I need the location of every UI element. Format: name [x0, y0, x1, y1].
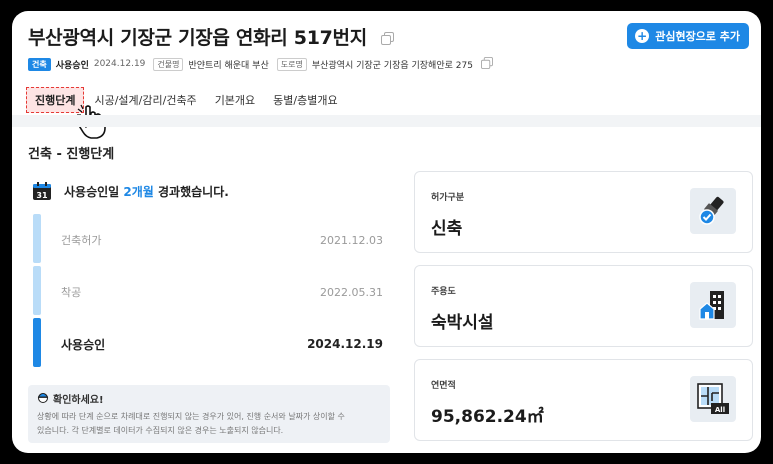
step-date: 2024.12.19: [307, 337, 383, 351]
status-date: 2024.12.19: [93, 59, 146, 69]
building-name: 반얀트리 해운대 부산: [188, 60, 269, 71]
step-name: 착공: [61, 286, 82, 299]
notice-body: 상황에 따라 단계 순으로 차례대로 진행되지 않는 경우가 있어, 진행 순서…: [37, 410, 381, 438]
notice-line: 상황에 따라 단계 순으로 차례대로 진행되지 않는 경우가 있어, 진행 순서…: [37, 412, 345, 421]
tab-contractors[interactable]: 시공/설계/감리/건축주: [94, 92, 196, 108]
address-title: 부산광역시 기장군 기장읍 연화리 517번지: [28, 27, 367, 49]
calendar-day: 31: [36, 191, 48, 200]
card-value: 신축: [431, 219, 463, 239]
hardhat-icon: [37, 391, 49, 406]
card-label: 허가구분: [431, 193, 465, 203]
progress-timeline: 건축허가 2021.12.03 착공 2022.05.31 사용승인 2024.…: [33, 214, 383, 370]
meta-row: 건축 사용승인 2024.12.19 건물명 반얀트리 해운대 부산 도로명 부…: [28, 56, 493, 72]
timeline-step-start: 착공 2022.05.31: [33, 266, 383, 318]
tab-building-floor[interactable]: 동별/층별개요: [273, 92, 337, 108]
permit-type-card: 허가구분 신축: [414, 171, 753, 253]
step-date: 2022.05.31: [320, 285, 383, 299]
notice-box: 확인하세요! 상황에 따라 단계 순으로 차례대로 진행되지 않는 경우가 있어…: [28, 385, 390, 443]
notice-title: 확인하세요!: [37, 391, 381, 406]
step-date: 2021.12.03: [320, 233, 383, 247]
calendar-icon: 31: [32, 181, 52, 205]
add-button-label: 관심현장으로 추가: [655, 30, 740, 43]
building-name-badge: 건물명: [153, 57, 184, 71]
brush-check-icon: [690, 188, 736, 234]
add-to-favorites-button[interactable]: + 관심현장으로 추가: [627, 23, 749, 49]
status-text: 사용승인: [55, 60, 89, 71]
copy-icon[interactable]: [381, 28, 395, 50]
tab-bar: 진행단계 시공/설계/감리/건축주 기본개요 동별/층별개요: [26, 86, 338, 114]
title-row: 부산광역시 기장군 기장읍 연화리 517번지 + 관심현장으로 추가: [28, 23, 749, 53]
card-label: 주용도: [431, 287, 456, 297]
road-address-badge: 도로명: [276, 57, 307, 71]
notice-title-text: 확인하세요!: [53, 395, 104, 406]
card-value: 숙박시설: [431, 313, 494, 333]
card-label: 연면적: [431, 381, 456, 391]
progress-elapsed: 2개월: [123, 185, 154, 199]
card-value: 95,862.24㎡: [431, 407, 544, 427]
section-divider: [12, 115, 761, 127]
page-title: 부산광역시 기장군 기장읍 연화리 517번지: [28, 23, 395, 50]
building-icon: [690, 282, 736, 328]
total-floor-area-card: 연면적 95,862.24㎡ All: [414, 359, 753, 441]
step-name: 건축허가: [61, 234, 102, 247]
copy-address-icon[interactable]: [480, 56, 493, 72]
floorplan-icon: All: [690, 376, 736, 422]
page-frame: 부산광역시 기장군 기장읍 연화리 517번지 + 관심현장으로 추가 건축 사…: [12, 11, 761, 453]
progress-suffix: 경과했습니다.: [153, 185, 229, 199]
type-badge: 건축: [28, 57, 51, 71]
step-bar: [33, 214, 41, 263]
progress-summary: 사용승인일 2개월 경과했습니다.: [64, 183, 229, 200]
timeline-step-approval: 사용승인 2024.12.19: [33, 318, 383, 370]
plus-icon: +: [635, 29, 650, 43]
tab-overview[interactable]: 기본개요: [215, 92, 255, 108]
progress-prefix: 사용승인일: [64, 185, 124, 199]
main-use-card: 주용도 숙박시설: [414, 265, 753, 347]
svg-text:All: All: [715, 406, 725, 414]
section-title: 건축 - 진행단계: [28, 147, 115, 162]
step-bar: [33, 266, 41, 315]
road-address: 부산광역시 기장군 기장읍 기장해안로 275: [311, 60, 473, 71]
step-name: 사용승인: [61, 337, 106, 352]
timeline-step-permit: 건축허가 2021.12.03: [33, 214, 383, 266]
notice-line: 있습니다. 각 단계별로 데이터가 수집되지 않은 경우는 노출되지 않습니다.: [37, 426, 284, 435]
step-bar: [33, 318, 41, 367]
